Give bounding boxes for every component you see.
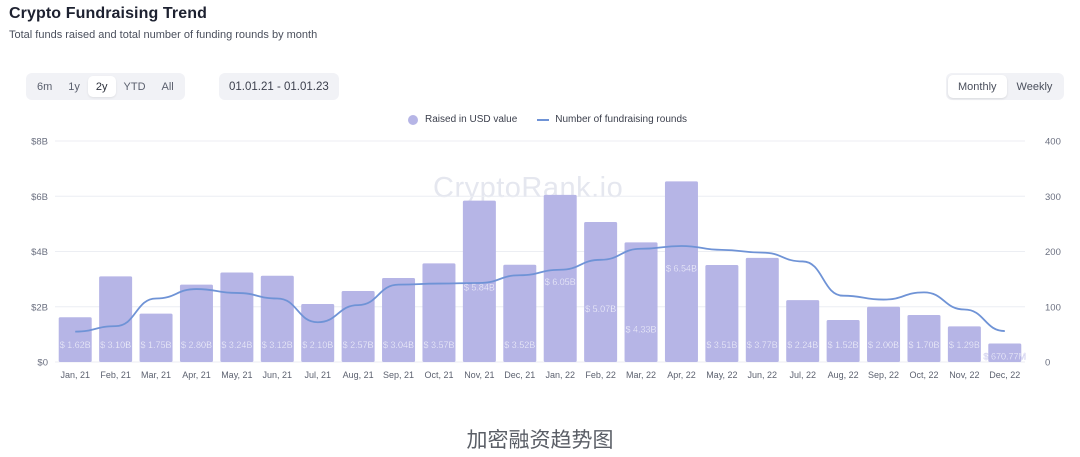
x-tick-label: Oct, 22 — [909, 370, 938, 380]
bar-value-label: $ 1.75B — [141, 340, 172, 350]
bar-value-label: $ 5.84B — [464, 283, 495, 293]
y-left-tick-label: $4B — [31, 247, 48, 258]
y-right-tick-label: 100 — [1045, 302, 1061, 313]
bar-value-label: $ 2.80B — [181, 340, 212, 350]
bar-value-label: $ 3.57B — [423, 340, 454, 350]
bar-value-label: $ 3.77B — [747, 340, 778, 350]
x-tick-label: Feb, 21 — [100, 370, 131, 380]
x-tick-label: Apr, 22 — [667, 370, 696, 380]
bar-value-label: $ 4.33B — [626, 324, 657, 334]
x-tick-label: Jun, 21 — [263, 370, 293, 380]
x-tick-label: Jul, 22 — [789, 370, 816, 380]
x-tick-label: Sep, 22 — [868, 370, 899, 380]
x-tick-label: Dec, 22 — [989, 370, 1020, 380]
x-tick-label: Nov, 22 — [949, 370, 979, 380]
x-tick-label: Mar, 21 — [141, 370, 171, 380]
bar-value-label: $ 3.04B — [383, 340, 414, 350]
bar-value-label: $ 2.57B — [343, 340, 374, 350]
x-tick-label: Dec, 21 — [504, 370, 535, 380]
bar-value-label: $ 1.70B — [908, 340, 939, 350]
y-left-tick-label: $2B — [31, 302, 48, 313]
bar-value-label: $ 3.24B — [221, 340, 252, 350]
bar — [624, 242, 658, 362]
x-tick-label: Aug, 21 — [343, 370, 374, 380]
bar-value-label: $ 1.52B — [828, 340, 859, 350]
x-tick-label: Jun, 22 — [748, 370, 778, 380]
x-tick-label: Sep, 21 — [383, 370, 414, 380]
bar-value-label: $ 6.54B — [666, 263, 697, 273]
bar-value-label: $ 670.77M — [984, 351, 1027, 361]
bar — [907, 315, 941, 362]
bar-value-label: $ 2.24B — [787, 340, 818, 350]
bar-value-label: $ 3.12B — [262, 340, 293, 350]
bar-value-label: $ 5.07B — [585, 304, 616, 314]
y-left-tick-label: $8B — [31, 137, 48, 148]
y-right-tick-label: 0 — [1045, 358, 1050, 369]
bar-value-label: $ 6.05B — [545, 277, 576, 287]
bar — [301, 303, 335, 362]
x-tick-label: Nov, 21 — [464, 370, 494, 380]
bar — [867, 306, 901, 362]
y-right-tick-label: 200 — [1045, 247, 1061, 258]
x-tick-label: Jul, 21 — [304, 370, 331, 380]
bar-value-label: $ 1.62B — [60, 340, 91, 350]
y-left-tick-label: $0 — [37, 358, 48, 369]
x-tick-label: Mar, 22 — [626, 370, 656, 380]
x-tick-label: May, 21 — [221, 370, 252, 380]
x-tick-label: Oct, 21 — [424, 370, 453, 380]
bar — [786, 300, 820, 362]
bar — [179, 284, 213, 362]
bar — [584, 221, 618, 362]
x-tick-label: Jan, 22 — [545, 370, 575, 380]
image-caption: 加密融资趋势图 — [466, 428, 614, 452]
x-tick-label: Aug, 22 — [828, 370, 859, 380]
x-tick-label: May, 22 — [706, 370, 737, 380]
y-right-tick-label: 400 — [1045, 137, 1061, 148]
y-left-tick-label: $6B — [31, 192, 48, 203]
y-right-tick-label: 300 — [1045, 192, 1061, 203]
bar-value-label: $ 3.51B — [706, 340, 737, 350]
chart-plot: $0 $2B $4B $6B $8B 0 100 200 300 400 $ 1.62B $ 3.10… — [31, 137, 1061, 381]
bar-value-label: $ 2.10B — [302, 340, 333, 350]
x-tick-label: Apr, 21 — [182, 370, 211, 380]
bar — [139, 313, 173, 362]
bar-value-label: $ 2.00B — [868, 340, 899, 350]
bar-value-label: $ 1.29B — [949, 340, 980, 350]
x-tick-label: Feb, 22 — [585, 370, 616, 380]
rounds-line — [75, 245, 1005, 333]
bar-value-label: $ 3.52B — [504, 340, 535, 350]
bar-value-label: $ 3.10B — [100, 340, 131, 350]
x-tick-label: Jan, 21 — [60, 370, 90, 380]
